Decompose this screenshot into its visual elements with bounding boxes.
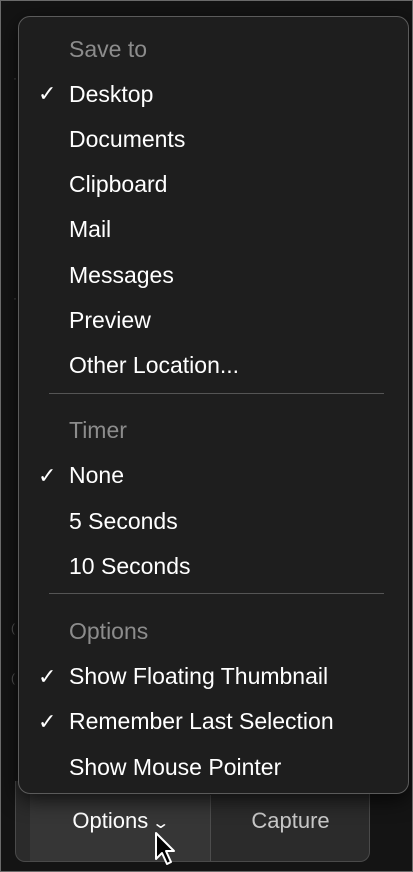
menu-item[interactable]: 10 Seconds <box>19 546 408 586</box>
options-button-label: Options <box>72 808 149 833</box>
checkmark-icon: ✓ <box>38 81 57 107</box>
menu-item[interactable]: Other Location... <box>19 345 408 385</box>
menu-item-label: None <box>69 462 124 489</box>
menu-item-label: Other Location... <box>69 351 240 378</box>
menu-item-label: Show Floating Thumbnail <box>69 663 329 690</box>
checkmark-icon: ✓ <box>38 462 57 488</box>
background-edge-mark: · <box>13 291 17 305</box>
menu-item[interactable]: 5 Seconds <box>19 501 408 541</box>
menu-item[interactable]: ✓ None <box>19 456 408 496</box>
menu-item-label: Remember Last Selection <box>69 708 334 735</box>
background-edge-mark: ( <box>11 621 15 635</box>
menu-item[interactable]: ✓ Show Floating Thumbnail <box>19 657 408 697</box>
checkmark-icon: ✓ <box>38 663 57 689</box>
toolbar-divider <box>210 795 211 861</box>
menu-item[interactable]: Messages <box>19 255 408 295</box>
menu-separator <box>49 392 384 394</box>
menu-item-label: Show Mouse Pointer <box>69 753 282 780</box>
menu-section-header: Timer <box>19 411 408 451</box>
screenshot-frame: · · ( ( Options ⌄ Capture Save to ✓ Deskto… <box>0 0 413 872</box>
menu-separator <box>49 593 384 595</box>
menu-item-label: Mail <box>69 216 112 243</box>
mouse-pointer-icon <box>155 832 175 865</box>
menu-item-label: Clipboard <box>69 171 168 198</box>
menu-section-header: Options <box>19 611 408 651</box>
menu-item[interactable]: Clipboard <box>19 165 408 205</box>
menu-item-label: Documents <box>69 125 186 152</box>
menu-item[interactable]: Preview <box>19 300 408 340</box>
menu-section-header-label: Timer <box>69 417 127 444</box>
background-edge-mark: · <box>13 71 17 85</box>
menu-item[interactable]: Show Mouse Pointer <box>19 747 408 787</box>
menu-item[interactable]: ✓ Desktop <box>19 74 408 114</box>
checkmark-icon: ✓ <box>38 708 57 734</box>
chevron-down-icon: ⌄ <box>151 815 171 832</box>
menu-item[interactable]: Documents <box>19 119 408 159</box>
background-edge-mark: ( <box>11 671 15 685</box>
menu-item-label: Preview <box>69 306 151 333</box>
options-menu: Save to ✓ Desktop Documents Clipboard Mail Mes… <box>18 16 409 794</box>
menu-section-header: Save to <box>19 29 408 69</box>
menu-item-label: 10 Seconds <box>69 552 191 579</box>
menu-section-header-label: Save to <box>69 35 147 62</box>
menu-item-label: 5 Seconds <box>69 507 178 534</box>
menu-item-label: Desktop <box>69 80 154 107</box>
menu-item[interactable]: ✓ Remember Last Selection <box>19 702 408 742</box>
menu-item[interactable]: Mail <box>19 210 408 250</box>
menu-item-label: Messages <box>69 261 174 288</box>
menu-section-header-label: Options <box>69 617 149 644</box>
